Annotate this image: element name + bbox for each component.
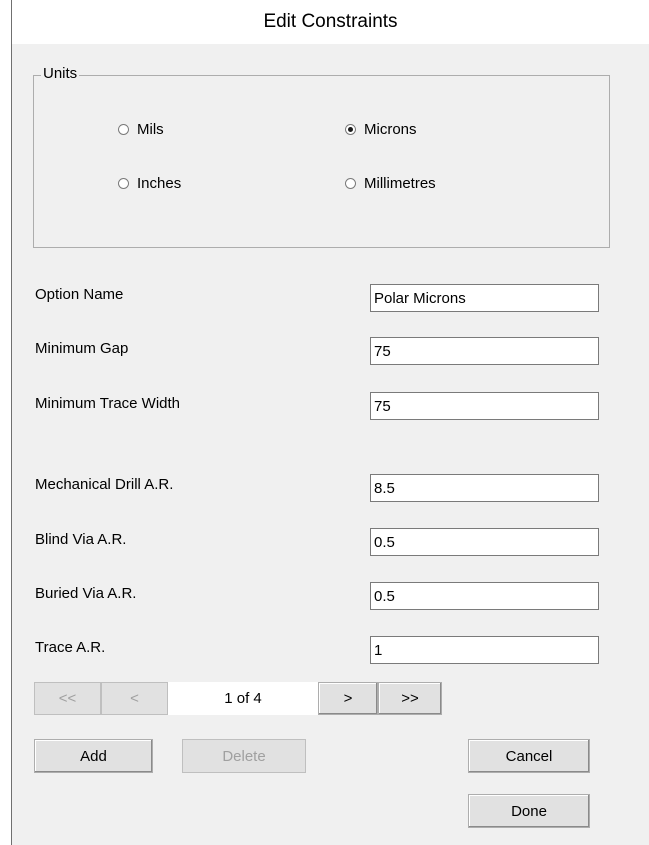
buried-via-ar-input[interactable] — [370, 582, 599, 610]
radio-button-icon — [118, 178, 129, 189]
last-record-button[interactable]: >> — [378, 682, 442, 715]
radio-button-icon — [345, 178, 356, 189]
add-button[interactable]: Add — [34, 739, 153, 773]
radio-millimetres-label: Millimetres — [364, 175, 436, 192]
cancel-button[interactable]: Cancel — [468, 739, 590, 773]
radio-inches[interactable]: Inches — [118, 175, 181, 192]
minimum-gap-input[interactable] — [370, 337, 599, 365]
mechanical-drill-ar-input[interactable] — [370, 474, 599, 502]
blind-via-ar-label: Blind Via A.R. — [35, 531, 127, 548]
option-name-input[interactable] — [370, 284, 599, 312]
radio-mils[interactable]: Mils — [118, 121, 164, 138]
first-record-button[interactable]: << — [34, 682, 101, 715]
minimum-trace-width-label: Minimum Trace Width — [35, 395, 181, 412]
radio-millimetres[interactable]: Millimetres — [345, 175, 436, 192]
page-indicator: 1 of 4 — [168, 682, 318, 715]
mechanical-drill-ar-label: Mechanical Drill A.R. — [35, 476, 174, 493]
radio-microns[interactable]: Microns — [345, 121, 417, 138]
radio-inches-label: Inches — [137, 175, 182, 192]
radio-button-icon — [118, 124, 129, 135]
done-button[interactable]: Done — [468, 794, 590, 828]
units-groupbox: Units Mils Microns Inches Millimetres — [33, 65, 610, 248]
blind-via-ar-input[interactable] — [370, 528, 599, 556]
option-name-label: Option Name — [35, 286, 124, 303]
delete-button[interactable]: Delete — [182, 739, 306, 773]
units-group-label: Units — [41, 65, 80, 82]
edit-constraints-dialog: Edit Constraints Units Mils Microns Inch… — [11, 0, 649, 845]
radio-button-selected-icon — [345, 124, 356, 135]
previous-record-button[interactable]: < — [101, 682, 168, 715]
minimum-gap-label: Minimum Gap — [35, 340, 129, 357]
minimum-trace-width-input[interactable] — [370, 392, 599, 420]
next-record-button[interactable]: > — [318, 682, 378, 715]
buried-via-ar-label: Buried Via A.R. — [35, 585, 137, 602]
dialog-title: Edit Constraints — [12, 0, 649, 44]
trace-ar-input[interactable] — [370, 636, 599, 664]
trace-ar-label: Trace A.R. — [35, 639, 106, 656]
radio-mils-label: Mils — [137, 121, 164, 138]
radio-microns-label: Microns — [364, 121, 417, 138]
